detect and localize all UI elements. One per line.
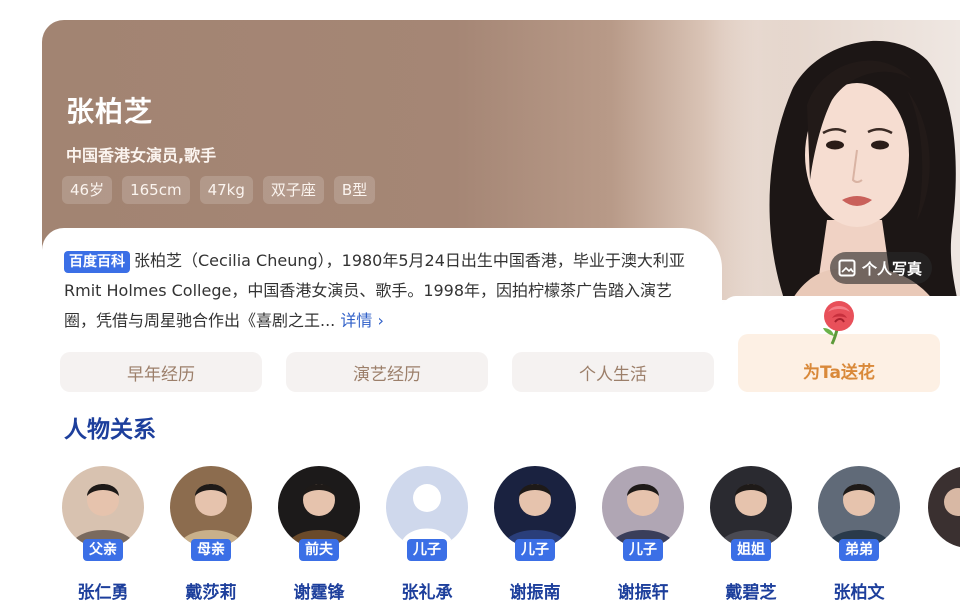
tab-early-life[interactable]: 早年经历 xyxy=(60,352,262,392)
tag-height: 165cm xyxy=(122,176,190,204)
personal-photos-button[interactable]: 个人写真 xyxy=(830,252,933,284)
relation-badge: 儿子 xyxy=(407,539,447,561)
relation-item[interactable]: 儿子 张礼承 xyxy=(379,466,475,603)
relation-person-name[interactable]: 谢振南 xyxy=(487,578,583,603)
relation-badge: 儿子 xyxy=(623,539,663,561)
personal-photos-label: 个人写真 xyxy=(862,259,923,278)
relations-title: 人物关系 xyxy=(64,417,156,443)
avatar[interactable] xyxy=(602,466,684,548)
rose-icon xyxy=(823,301,854,345)
relation-item[interactable]: 姐姐 戴碧芝 xyxy=(703,466,799,603)
avatar[interactable] xyxy=(278,466,360,548)
tag-zodiac: 双子座 xyxy=(262,176,324,204)
relation-person-name[interactable]: 谢振轩 xyxy=(595,578,691,603)
relation-item[interactable]: 母亲 戴莎莉 xyxy=(163,466,259,603)
relation-item[interactable]: 儿子 谢振轩 xyxy=(595,466,691,603)
relation-person-name[interactable]: 戴莎莉 xyxy=(163,578,259,603)
relation-person-name[interactable]: 张礼承 xyxy=(379,578,475,603)
relation-person-name[interactable]: 张柏文 xyxy=(811,578,907,603)
person-subtitle: 中国香港女演员,歌手 xyxy=(66,146,217,165)
tag-blood-type: B型 xyxy=(333,176,376,204)
avatar[interactable] xyxy=(170,466,252,548)
tag-weight: 47kg xyxy=(199,176,253,204)
profile-tags: 46岁 165cm 47kg 双子座 B型 xyxy=(62,176,376,204)
avatar[interactable] xyxy=(818,466,900,548)
image-icon xyxy=(838,259,856,277)
relation-person-name[interactable]: 谢霆锋 xyxy=(271,578,367,603)
relation-person-name[interactable]: 戴碧芝 xyxy=(703,578,799,603)
tab-career[interactable]: 演艺经历 xyxy=(286,352,488,392)
person-name-title: 张柏芝 xyxy=(66,95,154,128)
relation-item[interactable]: 父亲 张仁勇 xyxy=(55,466,151,603)
send-flower-label: 为Ta送花 xyxy=(803,363,875,383)
details-link[interactable]: 详情 › xyxy=(340,311,384,330)
relation-badge: 姐姐 xyxy=(731,539,771,561)
relation-badge: 母亲 xyxy=(191,539,231,561)
relation-badge: 父亲 xyxy=(83,539,123,561)
avatar[interactable] xyxy=(386,466,468,548)
tab-personal-life[interactable]: 个人生活 xyxy=(512,352,714,392)
baidu-baike-badge[interactable]: 百度百科 xyxy=(64,251,130,273)
relation-item[interactable]: 儿子 谢振南 xyxy=(487,466,583,603)
relation-badge: 儿子 xyxy=(515,539,555,561)
tag-age: 46岁 xyxy=(62,176,113,204)
avatar[interactable] xyxy=(62,466,144,548)
relation-item[interactable]: 弟弟 张柏文 xyxy=(811,466,907,603)
avatar[interactable] xyxy=(494,466,576,548)
more-relations-avatar[interactable] xyxy=(928,466,960,548)
relation-person-name[interactable]: 张仁勇 xyxy=(55,578,151,603)
relation-badge: 前夫 xyxy=(299,539,339,561)
avatar[interactable] xyxy=(710,466,792,548)
relation-item[interactable]: 前夫 谢霆锋 xyxy=(271,466,367,603)
biography-text: 百度百科 张柏芝（Cecilia Cheung），1980年5月24日出生中国香港… xyxy=(64,246,694,336)
section-tabs: 早年经历 演艺经历 个人生活 xyxy=(60,352,714,392)
relation-badge: 弟弟 xyxy=(839,539,879,561)
